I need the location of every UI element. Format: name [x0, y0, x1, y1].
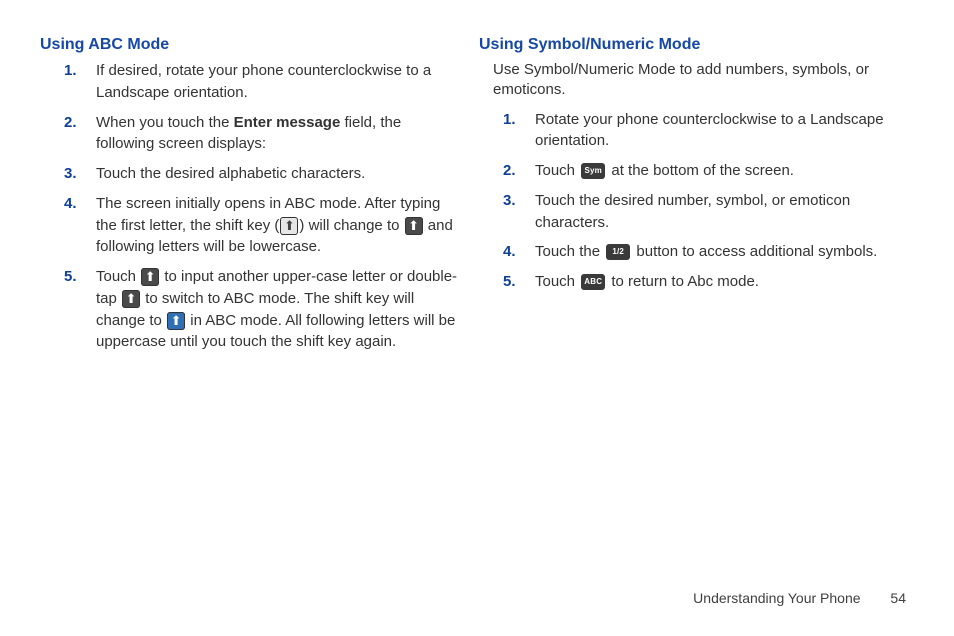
list-item: 2.When you touch the Enter message field… — [76, 112, 459, 156]
list-item-text: Touch ⬆ to input another upper-case lett… — [96, 268, 457, 350]
sym-key-icon: Sym — [581, 163, 605, 179]
list-item-text: If desired, rotate your phone counterclo… — [96, 62, 431, 101]
list-item-text: When you touch the Enter message field, … — [96, 114, 401, 153]
list-item: 3.Touch the desired alphabetic character… — [76, 163, 459, 185]
list-item-number: 5. — [503, 271, 516, 293]
list-item-number: 3. — [503, 190, 516, 212]
page-1-2-key-icon: 1/2 — [606, 244, 630, 260]
list-item-number: 2. — [503, 160, 516, 182]
symbol-mode-list: 1.Rotate your phone counterclockwise to … — [515, 109, 914, 293]
list-item-text: Touch the desired alphabetic characters. — [96, 165, 365, 182]
list-item-number: 5. — [64, 266, 77, 288]
list-item: 5.Touch ⬆ to input another upper-case le… — [76, 266, 459, 353]
list-item-text: Touch ABC to return to Abc mode. — [535, 273, 759, 290]
abc-key-icon: ABC — [581, 274, 605, 290]
left-column: Using ABC Mode 1.If desired, rotate your… — [40, 36, 477, 600]
list-item-number: 3. — [64, 163, 77, 185]
list-item-text: The screen initially opens in ABC mode. … — [96, 195, 453, 256]
list-item-number: 1. — [64, 60, 77, 82]
list-item-number: 1. — [503, 109, 516, 131]
shift-key-dark-icon: ⬆ — [122, 290, 140, 308]
list-item-number: 4. — [503, 241, 516, 263]
list-item: 4.The screen initially opens in ABC mode… — [76, 193, 459, 258]
heading-abc-mode: Using ABC Mode — [40, 36, 459, 54]
page-body: Using ABC Mode 1.If desired, rotate your… — [0, 0, 954, 600]
page-footer: Understanding Your Phone 54 — [0, 590, 954, 606]
list-item: 4.Touch the 1/2 button to access additio… — [515, 241, 914, 263]
list-item: 5.Touch ABC to return to Abc mode. — [515, 271, 914, 293]
abc-mode-list: 1.If desired, rotate your phone counterc… — [76, 60, 459, 353]
list-item-number: 2. — [64, 112, 77, 134]
list-item-number: 4. — [64, 193, 77, 215]
list-item-text: Touch the 1/2 button to access additiona… — [535, 243, 877, 260]
list-item: 1.If desired, rotate your phone counterc… — [76, 60, 459, 104]
symbol-mode-intro: Use Symbol/Numeric Mode to add numbers, … — [493, 60, 914, 101]
list-item: 3.Touch the desired number, symbol, or e… — [515, 190, 914, 234]
list-item: 1.Rotate your phone counterclockwise to … — [515, 109, 914, 153]
footer-section-title: Understanding Your Phone — [693, 590, 860, 606]
list-item-text: Touch Sym at the bottom of the screen. — [535, 162, 794, 179]
list-item-text: Rotate your phone counterclockwise to a … — [535, 111, 884, 150]
list-item-text: Touch the desired number, symbol, or emo… — [535, 192, 850, 231]
shift-key-dark-icon: ⬆ — [141, 268, 159, 286]
footer-page-number: 54 — [890, 590, 906, 606]
shift-key-blue-icon: ⬆ — [167, 312, 185, 330]
shift-key-light-icon: ⬆ — [280, 217, 298, 235]
right-column: Using Symbol/Numeric Mode Use Symbol/Num… — [477, 36, 914, 600]
heading-symbol-mode: Using Symbol/Numeric Mode — [479, 36, 914, 54]
shift-key-dark-icon: ⬆ — [405, 217, 423, 235]
list-item: 2.Touch Sym at the bottom of the screen. — [515, 160, 914, 182]
